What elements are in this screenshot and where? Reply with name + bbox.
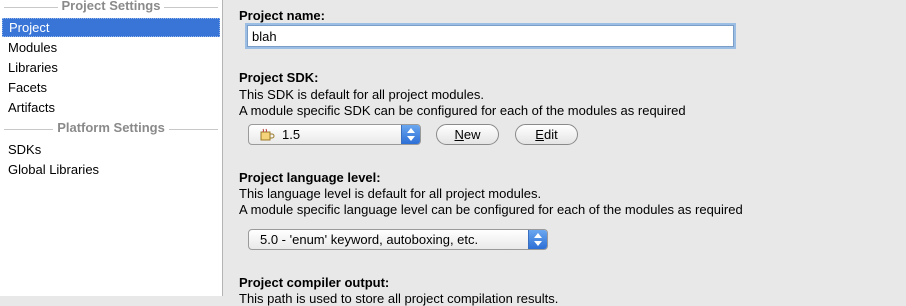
- sidebar-item-libraries[interactable]: Libraries: [2, 58, 220, 77]
- project-sdk-description: This SDK is default for all project modu…: [239, 87, 484, 102]
- edit-sdk-button[interactable]: Edit: [515, 124, 578, 145]
- sidebar-item-global-libraries[interactable]: Global Libraries: [2, 160, 220, 179]
- project-name-label: Project name:: [239, 8, 325, 23]
- language-level-label: Project language level:: [239, 170, 381, 185]
- sidebar-item-facets[interactable]: Facets: [2, 78, 220, 97]
- dropdown-arrows-icon: [401, 125, 420, 144]
- new-button-label: ew: [463, 127, 481, 142]
- sidebar-item-modules[interactable]: Modules: [2, 38, 220, 57]
- project-sdk-dropdown[interactable]: 1.5: [248, 124, 421, 145]
- project-settings-panel: Project name: Project SDK: This SDK is d…: [223, 0, 906, 306]
- dropdown-arrows-icon: [528, 230, 547, 249]
- project-sdk-label: Project SDK:: [239, 70, 319, 85]
- edit-button-label: dit: [543, 127, 558, 142]
- sdk-icon: [260, 128, 275, 141]
- sidebar-item-artifacts[interactable]: Artifacts: [2, 98, 220, 117]
- settings-sidebar: Project Settings Project Modules Librari…: [0, 0, 223, 296]
- platform-settings-header-label: Platform Settings: [53, 120, 169, 135]
- project-name-input[interactable]: [247, 25, 734, 47]
- project-sdk-module-note: A module specific SDK can be configured …: [239, 103, 686, 118]
- language-level-module-note: A module specific language level can be …: [239, 202, 743, 217]
- language-level-dropdown[interactable]: 5.0 - 'enum' keyword, autoboxing, etc.: [248, 229, 548, 250]
- new-sdk-button[interactable]: New: [436, 124, 499, 145]
- language-level-value: 5.0 - 'enum' keyword, autoboxing, etc.: [260, 232, 479, 247]
- compiler-output-label: Project compiler output:: [239, 275, 390, 290]
- project-sdk-value: 1.5: [282, 127, 301, 142]
- platform-settings-header: Platform Settings: [0, 120, 222, 136]
- compiler-output-description: This path is used to store all project c…: [239, 291, 559, 306]
- project-settings-header-label: Project Settings: [57, 0, 165, 13]
- sidebar-item-sdks[interactable]: SDKs: [2, 140, 220, 159]
- language-level-description: This language level is default for all p…: [239, 186, 542, 201]
- new-button-mnemonic: N: [454, 127, 464, 142]
- edit-button-mnemonic: E: [535, 127, 544, 142]
- project-settings-header: Project Settings: [0, 0, 222, 14]
- sidebar-item-project[interactable]: Project: [2, 18, 220, 37]
